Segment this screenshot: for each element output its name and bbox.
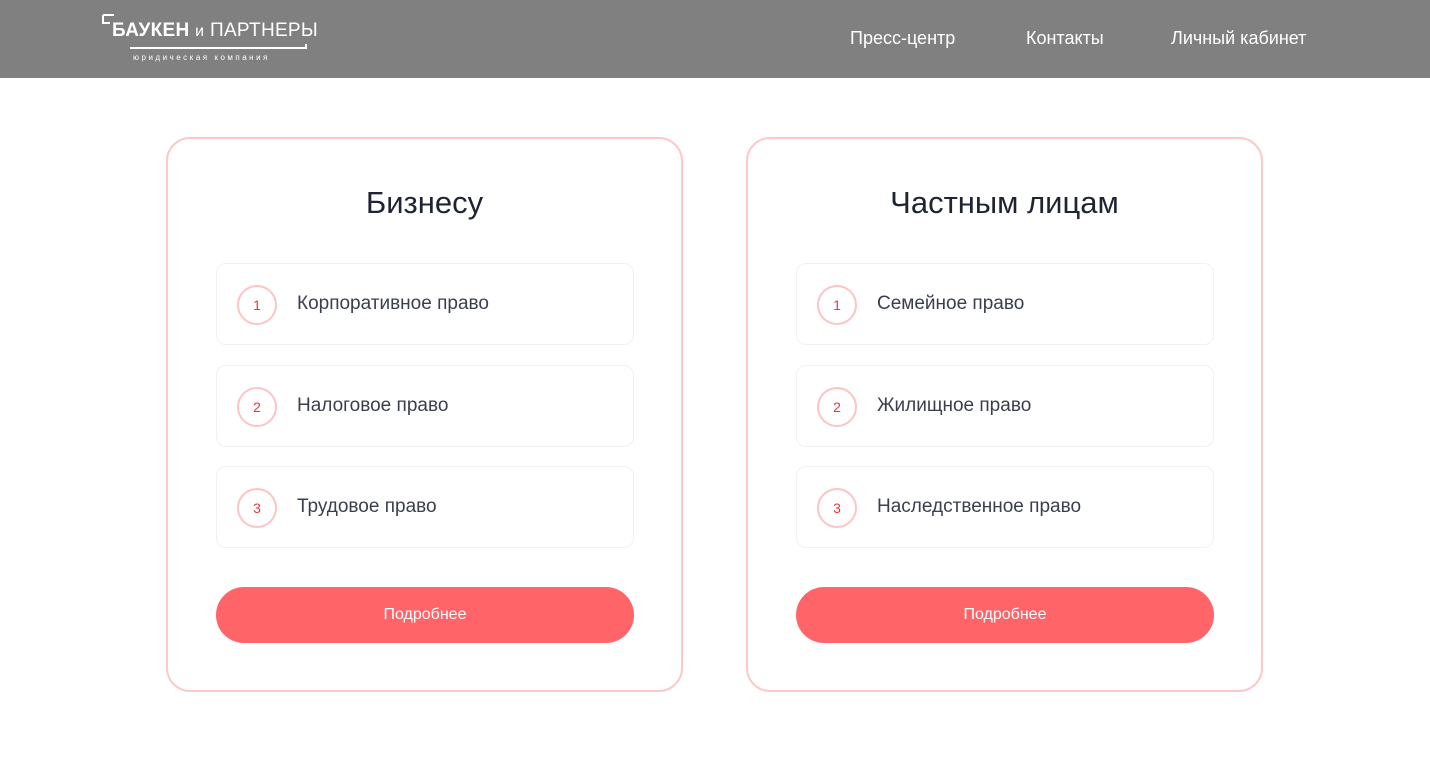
- item-number-badge: 2: [237, 387, 277, 427]
- item-number-badge: 1: [817, 285, 857, 325]
- service-item[interactable]: 3 Наследственное право: [796, 466, 1214, 548]
- item-label: Жилищное право: [877, 395, 1032, 416]
- private-clients-card: Частным лицам 1 Семейное право 2 Жилищно…: [746, 137, 1263, 692]
- item-number-badge: 1: [237, 285, 277, 325]
- card-title: Частным лицам: [890, 185, 1119, 220]
- item-number-badge: 2: [817, 387, 857, 427]
- item-label: Корпоративное право: [297, 293, 489, 314]
- logo-subtitle: юридическая компания: [133, 53, 270, 62]
- item-label: Семейное право: [877, 293, 1025, 314]
- item-label: Наследственное право: [877, 496, 1082, 517]
- nav-link-contacts[interactable]: Контакты: [1026, 28, 1104, 49]
- item-number-badge: 3: [237, 488, 277, 528]
- business-card: Бизнесу 1 Корпоративное право 2 Налогово…: [166, 137, 683, 692]
- more-button-business[interactable]: Подробнее: [216, 587, 634, 643]
- service-item[interactable]: 1 Семейное право: [796, 263, 1214, 345]
- logo-name: БАУКЕН и ПАРТНЕРЫ: [112, 20, 318, 42]
- item-number-badge: 3: [817, 488, 857, 528]
- service-item[interactable]: 2 Налоговое право: [216, 365, 634, 447]
- item-label: Налоговое право: [297, 395, 449, 416]
- nav-link-personal-account[interactable]: Личный кабинет: [1171, 28, 1306, 49]
- site-header: БАУКЕН и ПАРТНЕРЫ юридическая компания П…: [0, 0, 1430, 78]
- item-label: Трудовое право: [297, 496, 437, 517]
- service-item[interactable]: 1 Корпоративное право: [216, 263, 634, 345]
- logo-name-bold: БАУКЕН: [112, 20, 190, 41]
- logo-name-rest: ПАРТНЕРЫ: [209, 20, 319, 41]
- service-item[interactable]: 3 Трудовое право: [216, 466, 634, 548]
- logo-name-and: и: [195, 23, 205, 40]
- service-item[interactable]: 2 Жилищное право: [796, 365, 1214, 447]
- more-button-private[interactable]: Подробнее: [796, 587, 1214, 643]
- nav-link-press-center[interactable]: Пресс-центр: [850, 28, 955, 49]
- company-logo[interactable]: БАУКЕН и ПАРТНЕРЫ юридическая компания: [102, 14, 318, 64]
- card-title: Бизнесу: [365, 185, 484, 220]
